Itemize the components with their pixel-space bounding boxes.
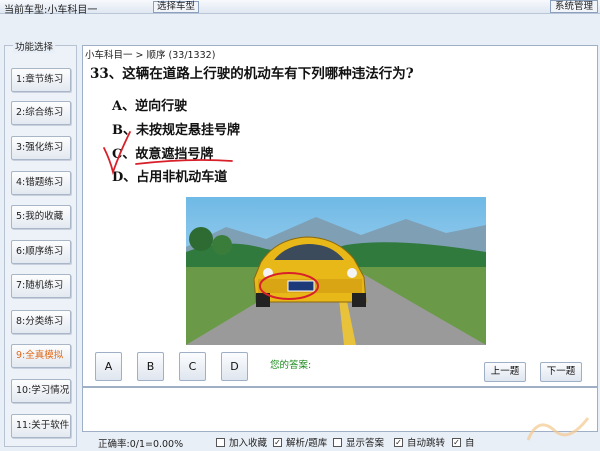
sidebar-item-about[interactable]: 11:关于软件 — [11, 414, 71, 438]
sidebar-item-category-practice[interactable]: 8:分类练习 — [11, 310, 71, 334]
explanation-library-checkbox[interactable]: ✓ 解析/题库 — [273, 435, 327, 449]
answer-button-d[interactable]: D — [221, 352, 248, 381]
show-answer-checkbox[interactable]: 显示答案 — [333, 435, 384, 449]
top-bar: 当前车型:小车科目一 选择车型 系统管理 — [0, 0, 600, 16]
sidebar-item-random-practice[interactable]: 7:随机练习 — [11, 274, 71, 298]
your-answer-label: 您的答案: — [270, 360, 312, 371]
auto-checkbox[interactable]: ✓ 自 — [452, 435, 475, 449]
question-illustration — [186, 197, 486, 345]
breadcrumb: 小车科目一 > 顺序 (33/1332) — [85, 50, 216, 61]
checkbox-icon — [333, 437, 342, 447]
sidebar-title: 功能选择 — [13, 39, 56, 53]
sidebar-item-chapter-practice[interactable]: 1:章节练习 — [11, 68, 71, 92]
system-manage-button[interactable]: 系统管理 — [550, 0, 598, 13]
function-sidebar: 功能选择 1:章节练习 2:综合练习 3:强化练习 4:错题练习 5:我的收藏 … — [4, 39, 77, 447]
previous-question-button[interactable]: 上一题 — [484, 362, 526, 382]
answer-button-c[interactable]: C — [179, 352, 206, 381]
checked-checkbox-icon: ✓ — [452, 437, 461, 447]
question-text: 33、这辆在道路上行驶的机动车有下列哪种违法行为? — [90, 66, 414, 82]
sidebar-item-study-status[interactable]: 10:学习情况 — [11, 379, 71, 403]
sidebar-item-favorites[interactable]: 5:我的收藏 — [11, 205, 71, 229]
checked-checkbox-icon: ✓ — [273, 437, 282, 447]
option-a[interactable]: A、逆向行驶 — [112, 95, 187, 114]
accuracy-label: 正确率:0/1=0.00% — [98, 439, 184, 450]
add-favorite-checkbox[interactable]: 加入收藏 — [216, 435, 267, 449]
watermark-logo-icon — [526, 417, 590, 441]
next-question-button[interactable]: 下一题 — [540, 362, 582, 382]
answer-check-mark — [103, 131, 233, 176]
sidebar-item-comprehensive-practice[interactable]: 2:综合练习 — [11, 101, 71, 125]
current-car-label: 当前车型:小车科目一 — [4, 5, 98, 16]
auto-jump-checkbox[interactable]: ✓ 自动跳转 — [394, 435, 445, 449]
sidebar-item-intensive-practice[interactable]: 3:强化练习 — [11, 136, 71, 160]
sidebar-item-sequential-practice[interactable]: 6:顺序练习 — [11, 240, 71, 264]
sidebar-item-mock-exam[interactable]: 9:全真模拟 — [11, 344, 71, 368]
sidebar-item-wrong-questions[interactable]: 4:错题练习 — [11, 171, 71, 195]
checkbox-icon — [216, 437, 225, 447]
checked-checkbox-icon: ✓ — [394, 437, 403, 447]
answer-button-b[interactable]: B — [137, 352, 164, 381]
answer-button-a[interactable]: A — [95, 352, 122, 381]
select-car-button[interactable]: 选择车型 — [153, 1, 199, 13]
